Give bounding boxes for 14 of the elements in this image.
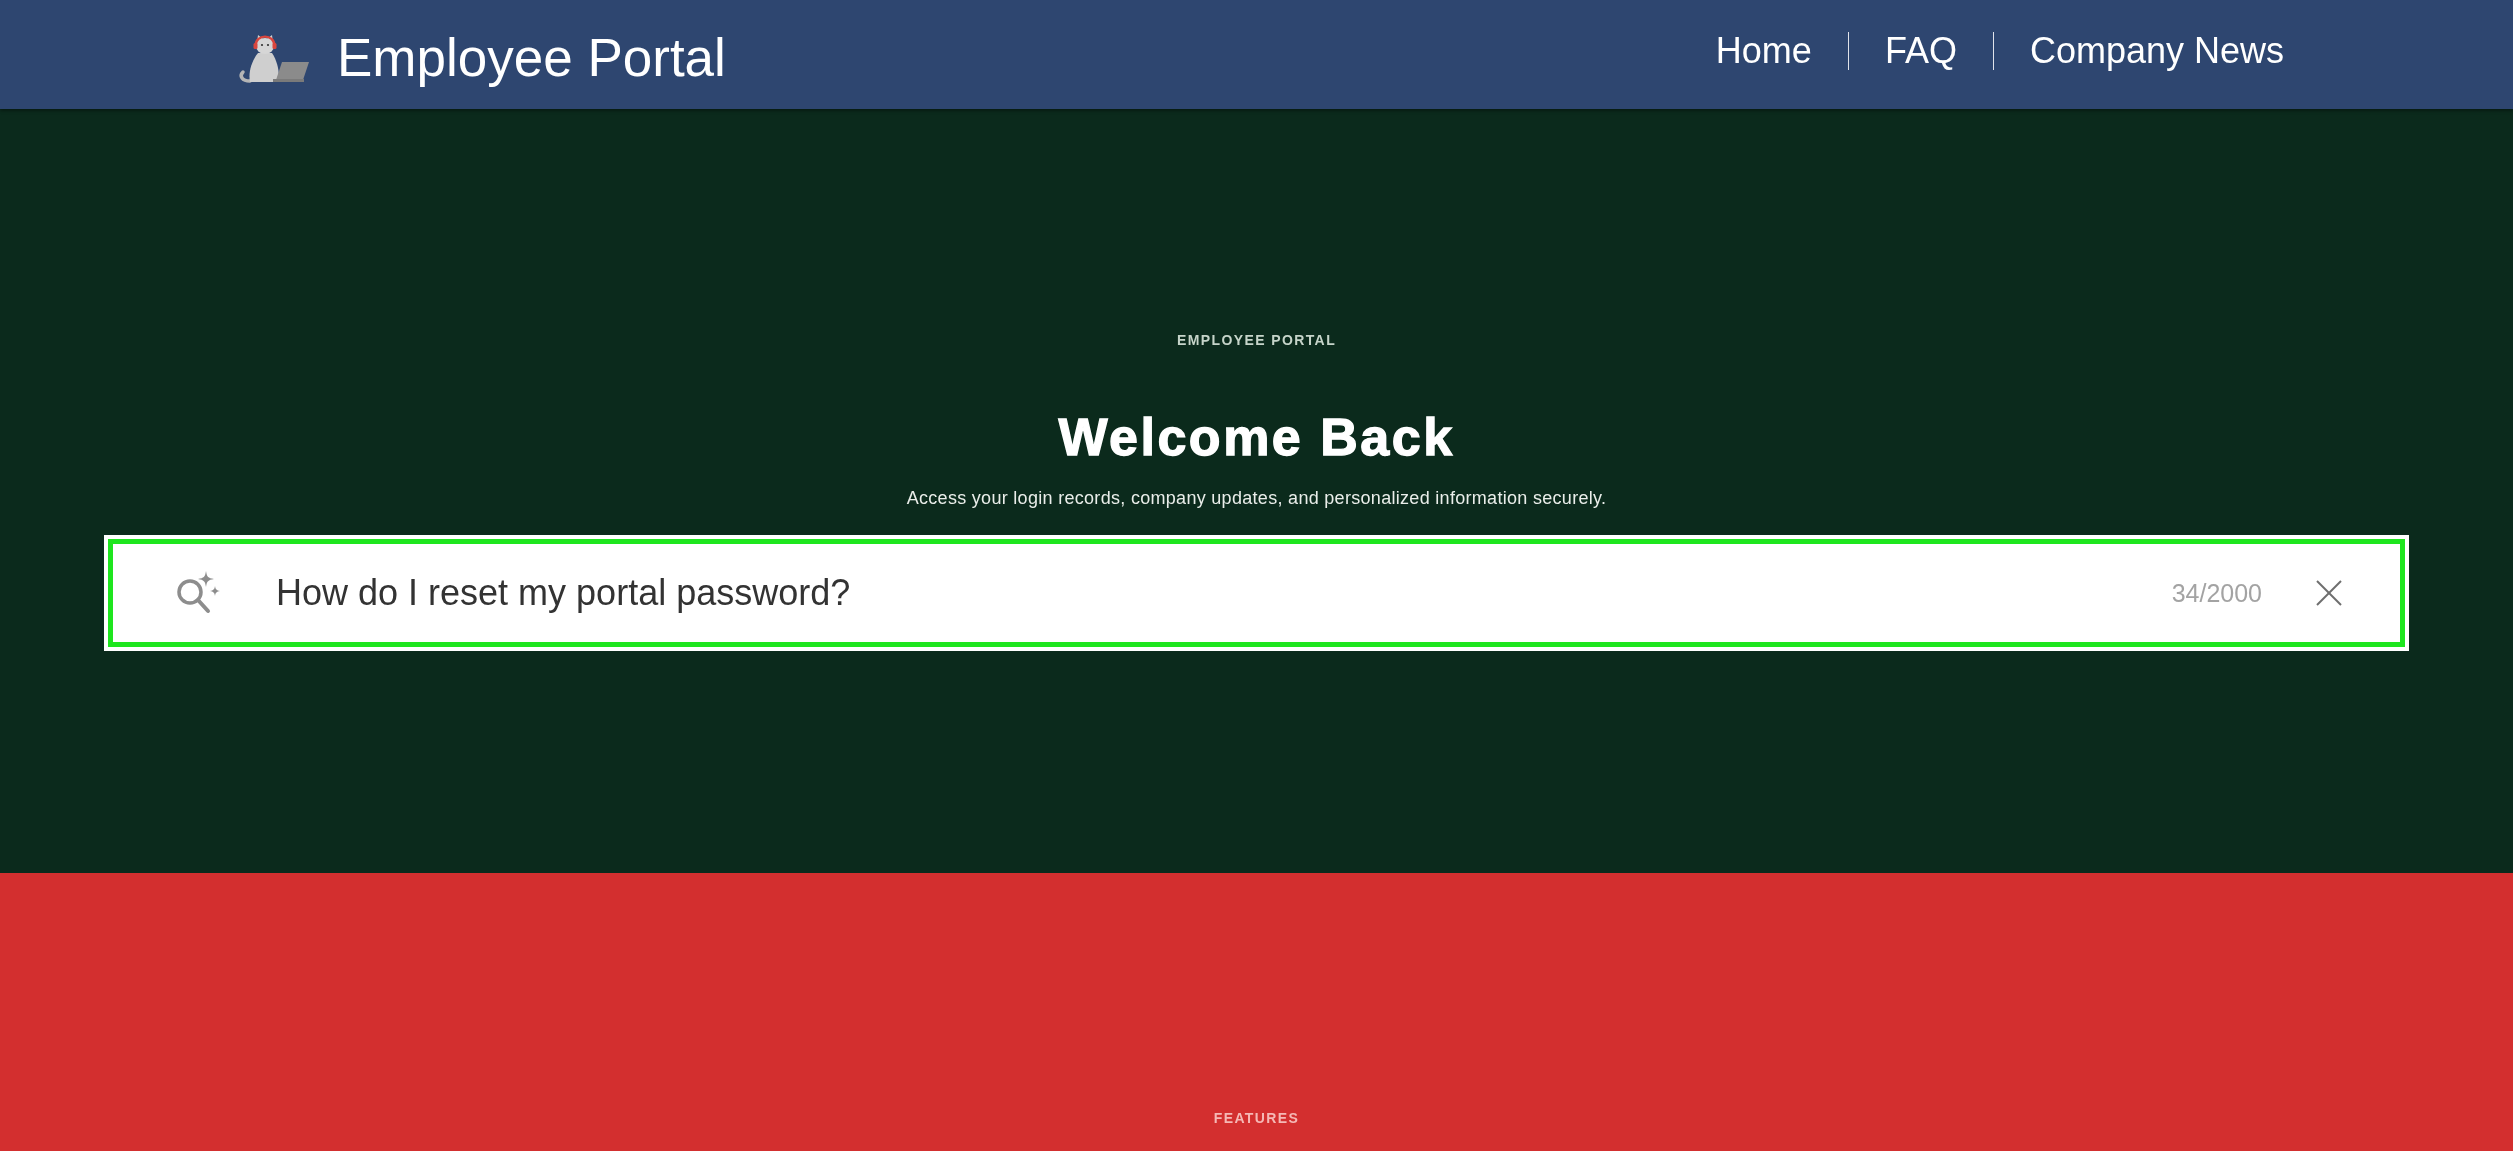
- section-eyebrow: EMPLOYEE PORTAL: [1176, 332, 1337, 348]
- search-input[interactable]: How do I reset my portal password?: [276, 571, 2152, 615]
- section-eyebrow: FEATURES: [1213, 1110, 1300, 1126]
- welcome-heading: Welcome Back: [1058, 409, 1455, 465]
- cat-with-laptop-icon: [237, 32, 310, 83]
- portal-title: Employee Portal: [337, 26, 726, 89]
- welcome-subtitle: Access your login records, company updates, and personalized information securely.: [906, 488, 1607, 509]
- character-counter: 34/2000: [2171, 578, 2262, 608]
- nav-link[interactable]: Home: [1715, 29, 1812, 72]
- search-field[interactable]: How do I reset my portal password? 34/2000: [104, 535, 2409, 651]
- nav-link[interactable]: FAQ: [1884, 29, 1957, 72]
- nav-link[interactable]: Company News: [2029, 29, 2284, 72]
- close-icon: [2316, 580, 2342, 606]
- clear-button[interactable]: [2316, 580, 2342, 606]
